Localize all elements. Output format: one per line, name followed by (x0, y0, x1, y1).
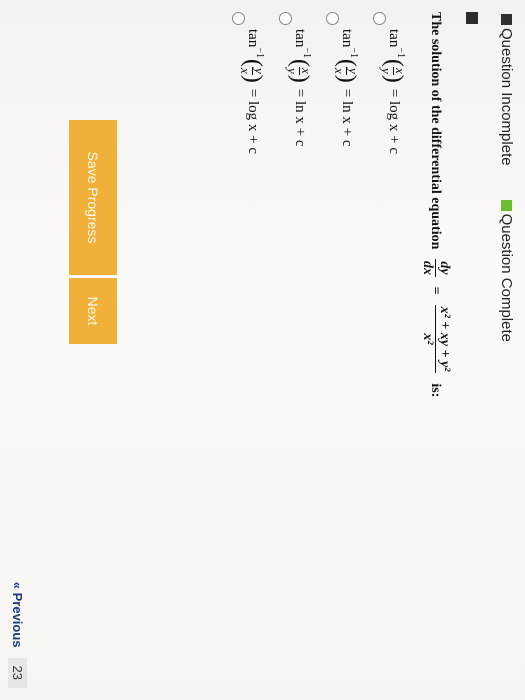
screen: Question Incomplete Question Complete Th… (0, 0, 525, 700)
option-math: tan −1 ( x y ) = log x + c (379, 29, 408, 154)
save-progress-button[interactable]: Save Progress (69, 120, 117, 275)
option-rhs: = log x + c (386, 88, 402, 154)
dy-dx-fraction: dy dx (420, 259, 452, 277)
incomplete-square-icon (501, 14, 512, 25)
option-denominator: x (332, 67, 347, 74)
equals-sign: = (428, 286, 444, 295)
complete-square-icon (501, 199, 512, 211)
radio-button[interactable] (326, 12, 339, 25)
answer-option-3[interactable]: tan −1 ( x y ) = ln x + c (276, 12, 323, 154)
option-numerator: x (393, 66, 408, 75)
pagination: « Previous 23 (8, 582, 27, 688)
option-rhs: = ln x + c (292, 88, 308, 147)
status-legend: Question Incomplete Question Complete (498, 14, 515, 342)
page-number[interactable]: 23 (8, 657, 27, 688)
option-denominator: x (238, 67, 253, 74)
close-paren: ) (287, 74, 314, 83)
option-fraction: y x (332, 66, 361, 75)
option-denominator: y (379, 67, 394, 74)
question-text: The solution of the differential equatio… (420, 12, 452, 680)
option-fn: tan (339, 29, 355, 48)
open-paren: ( (240, 58, 267, 67)
rhs-denominator: x² (420, 333, 435, 345)
legend-complete-label: Question Complete (498, 213, 515, 342)
option-rhs: = ln x + c (339, 88, 355, 147)
option-sup: −1 (254, 47, 265, 58)
question-nav-square[interactable] (466, 12, 478, 24)
option-fn: tan (292, 29, 308, 48)
option-math: tan −1 ( y x ) = ln x + c (332, 29, 361, 147)
answer-option-1[interactable]: tan −1 ( x y ) = log x + c (370, 12, 417, 154)
close-paren: ) (334, 74, 361, 83)
next-button[interactable]: Next (69, 278, 117, 344)
answer-options: tan −1 ( x y ) = log x + c tan −1 ( y x (229, 12, 417, 154)
answer-option-2[interactable]: tan −1 ( y x ) = ln x + c (323, 12, 370, 154)
rhs-numerator: x² + xy + y² (435, 304, 452, 374)
lhs-denominator: dx (420, 260, 435, 275)
legend-incomplete-label: Question Incomplete (498, 28, 515, 166)
option-rhs: = log x + c (245, 88, 261, 154)
option-numerator: y (252, 66, 267, 75)
close-paren: ) (240, 74, 267, 83)
radio-button[interactable] (279, 12, 292, 25)
rhs-fraction: x² + xy + y² x² (420, 304, 452, 374)
lhs-numerator: dy (435, 259, 452, 277)
open-paren: ( (381, 58, 408, 67)
option-sup: −1 (348, 47, 359, 58)
option-math: tan −1 ( x y ) = ln x + c (285, 29, 314, 147)
action-buttons: Save Progress Next (69, 120, 117, 344)
option-fraction: x y (379, 66, 408, 75)
question-suffix: is: (428, 383, 444, 398)
option-fraction: x y (285, 66, 314, 75)
option-fraction: y x (238, 66, 267, 75)
legend-incomplete: Question Incomplete (498, 14, 515, 166)
option-denominator: y (285, 67, 300, 74)
option-sup: −1 (395, 47, 406, 58)
option-numerator: y (346, 66, 361, 75)
previous-link[interactable]: « Previous (10, 582, 25, 648)
legend-complete: Question Complete (498, 199, 515, 342)
radio-button[interactable] (232, 12, 245, 25)
radio-button[interactable] (373, 12, 386, 25)
option-sup: −1 (301, 47, 312, 58)
option-fn: tan (386, 29, 402, 48)
answer-option-4[interactable]: tan −1 ( y x ) = log x + c (229, 12, 276, 154)
option-fn: tan (245, 29, 261, 48)
option-numerator: x (299, 66, 314, 75)
open-paren: ( (287, 58, 314, 67)
question-prompt: The solution of the differential equatio… (428, 12, 444, 250)
close-paren: ) (381, 74, 408, 83)
option-math: tan −1 ( y x ) = log x + c (238, 29, 267, 154)
open-paren: ( (334, 58, 361, 67)
